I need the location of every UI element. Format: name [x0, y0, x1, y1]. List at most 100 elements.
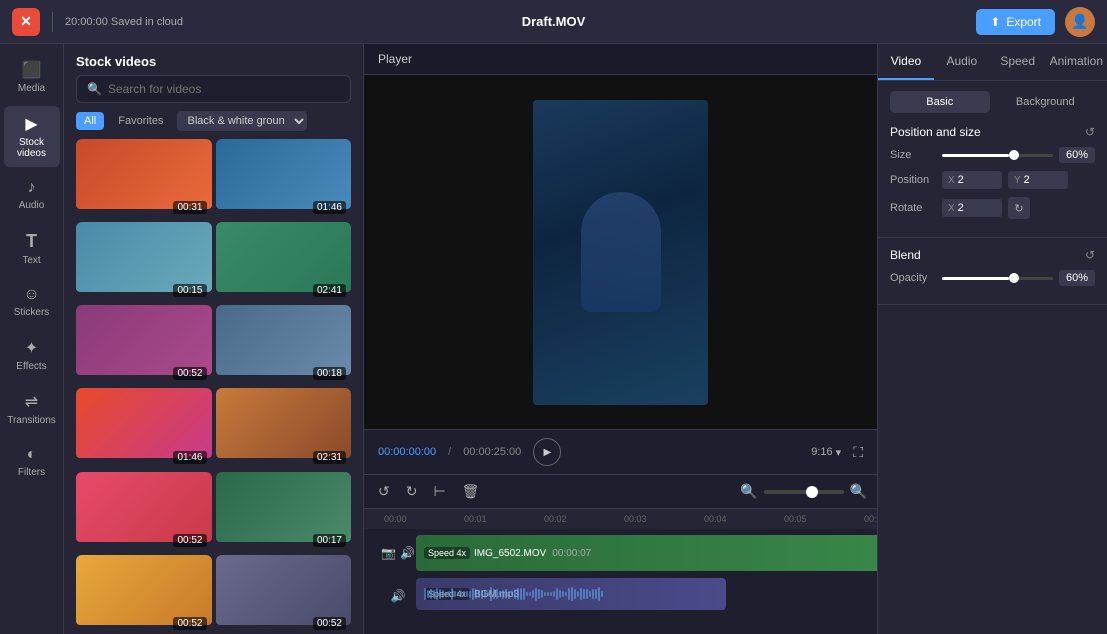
- waveform-bar: [436, 588, 438, 600]
- zoom-out-icon[interactable]: 🔍: [740, 483, 757, 500]
- position-x-field[interactable]: X 2: [942, 171, 1002, 189]
- waveform-bar: [496, 589, 498, 600]
- waveform-bar: [529, 592, 531, 597]
- pos-y-label: Y: [1014, 175, 1021, 186]
- video-thumbnail[interactable]: 01:46: [76, 388, 212, 467]
- video-thumbnail[interactable]: 02:41: [216, 222, 352, 301]
- rotate-action-button[interactable]: ↻: [1008, 197, 1030, 219]
- waveform-bar: [478, 590, 480, 599]
- split-button[interactable]: ⊢: [429, 481, 449, 502]
- sidebar-item-media[interactable]: ⬛ Media: [4, 52, 60, 102]
- waveform-bar: [520, 588, 522, 600]
- waveform-bar: [445, 592, 447, 597]
- audio-clip[interactable]: Speed 4x BGM.mp3: [416, 578, 726, 610]
- video-thumbnail[interactable]: 00:52: [76, 472, 212, 551]
- sidebar-item-transitions[interactable]: ⇌ Transitions: [4, 384, 60, 434]
- export-button[interactable]: ⬆ Export: [976, 9, 1055, 35]
- video-duration: 00:17: [313, 534, 346, 547]
- tab-video[interactable]: Video: [878, 44, 934, 80]
- zoom-controls: 🔍 🔍: [740, 483, 867, 500]
- video-duration: 02:41: [313, 284, 346, 297]
- waveform-bar: [574, 589, 576, 600]
- reset-position-icon[interactable]: ↺: [1085, 125, 1095, 139]
- video-thumbnail[interactable]: 02:31: [216, 388, 352, 467]
- volume-icon[interactable]: 🔊: [391, 589, 406, 603]
- waveform-bar: [583, 589, 585, 598]
- waveform-bar: [523, 588, 525, 600]
- audio-waveform: [416, 586, 726, 602]
- tab-audio[interactable]: Audio: [934, 44, 990, 80]
- sidebar-item-filters[interactable]: ◐ Filters: [4, 438, 60, 486]
- opacity-row: Opacity 60%: [890, 270, 1095, 286]
- play-button[interactable]: ▶: [533, 438, 561, 466]
- rotate-x-field[interactable]: X 2: [942, 199, 1002, 217]
- sidebar-item-stickers[interactable]: ☺ Stickers: [4, 278, 60, 326]
- video-clip-main[interactable]: Speed 4x IMG_6502.MOV 00:00:07: [416, 535, 877, 571]
- waveform-bar: [538, 589, 540, 600]
- audio-mute-icon[interactable]: 🔊: [400, 546, 415, 560]
- waveform-bar: [451, 588, 453, 599]
- basic-button[interactable]: Basic: [890, 91, 990, 113]
- stock-panel-title: Stock videos: [64, 44, 363, 75]
- position-y-field[interactable]: Y 2: [1008, 171, 1068, 189]
- size-slider[interactable]: [942, 154, 1053, 157]
- waveform-bar: [499, 591, 501, 597]
- video-thumbnail[interactable]: 01:46: [216, 139, 352, 218]
- waveform-bar: [559, 590, 561, 598]
- video-thumbnail[interactable]: 00:52: [76, 555, 212, 634]
- undo-button[interactable]: ↺: [374, 481, 394, 502]
- sidebar-item-media-label: Media: [18, 83, 45, 94]
- video-duration: 00:31: [173, 201, 206, 214]
- sidebar-item-text[interactable]: T Text: [4, 223, 60, 274]
- pos-x-value: 2: [958, 174, 964, 186]
- waveform-bar: [433, 590, 435, 598]
- waveform-bar: [469, 591, 471, 598]
- player-controls: 00:00:00:00 / 00:00:25:00 ▶ 9:16 ▾ ⛶: [364, 429, 877, 474]
- audio-track-controls: 🔊: [384, 589, 412, 603]
- video-duration: 00:52: [173, 617, 206, 630]
- video-duration: 00:52: [313, 617, 346, 630]
- video-thumbnail[interactable]: 00:18: [216, 305, 352, 384]
- tab-speed[interactable]: Speed: [990, 44, 1046, 80]
- user-avatar[interactable]: 👤: [1065, 7, 1095, 37]
- save-status: 20:00:00 Saved in cloud: [65, 16, 976, 28]
- video-thumbnail[interactable]: 00:17: [216, 472, 352, 551]
- sidebar-item-stock-videos[interactable]: ▶ Stockvideos: [4, 106, 60, 167]
- ruler-mark: 00:03: [624, 514, 647, 524]
- video-type-section: Basic Background Position and size ↺ Siz…: [878, 81, 1107, 238]
- zoom-slider[interactable]: [764, 490, 844, 494]
- sidebar-item-effects[interactable]: ✦ Effects: [4, 330, 60, 380]
- filter-all[interactable]: All: [76, 112, 104, 130]
- pos-y-value: 2: [1024, 174, 1030, 186]
- reset-blend-icon[interactable]: ↺: [1085, 248, 1095, 262]
- zoom-in-icon[interactable]: 🔍: [850, 483, 867, 500]
- video-thumbnail[interactable]: 00:31: [76, 139, 212, 218]
- search-bar[interactable]: 🔍: [76, 75, 351, 103]
- delete-button[interactable]: 🗑: [458, 481, 484, 502]
- video-thumbnail[interactable]: 00:52: [216, 555, 352, 634]
- fullscreen-button[interactable]: ⛶: [853, 444, 863, 461]
- video-thumbnail[interactable]: 00:52: [76, 305, 212, 384]
- waveform-bar: [595, 589, 597, 599]
- search-input[interactable]: [108, 82, 340, 96]
- tab-animation[interactable]: Animation: [1046, 44, 1107, 80]
- video-thumbnail[interactable]: 00:15: [76, 222, 212, 301]
- sidebar-nav: ⬛ Media ▶ Stockvideos ♪ Audio T Text ☺ S…: [0, 44, 64, 634]
- clip-speed-label: Speed 4x: [424, 547, 470, 559]
- waveform-bar: [508, 591, 510, 597]
- ruler-mark: 00:00: [384, 514, 407, 524]
- opacity-slider[interactable]: [942, 277, 1053, 280]
- size-label: Size: [890, 149, 942, 161]
- waveform-bar: [427, 590, 429, 598]
- background-button[interactable]: Background: [996, 91, 1096, 113]
- redo-button[interactable]: ↻: [402, 481, 422, 502]
- waveform-bar: [547, 592, 549, 597]
- clip-duration: 00:00:07: [552, 548, 591, 559]
- filter-favorites[interactable]: Favorites: [110, 112, 171, 130]
- waveform-bar: [550, 592, 552, 597]
- sidebar-item-audio[interactable]: ♪ Audio: [4, 171, 60, 219]
- size-row: Size 60%: [890, 147, 1095, 163]
- waveform-bar: [454, 591, 456, 598]
- filter-category-dropdown[interactable]: Black & white groun: [177, 111, 307, 131]
- position-label: Position: [890, 174, 942, 186]
